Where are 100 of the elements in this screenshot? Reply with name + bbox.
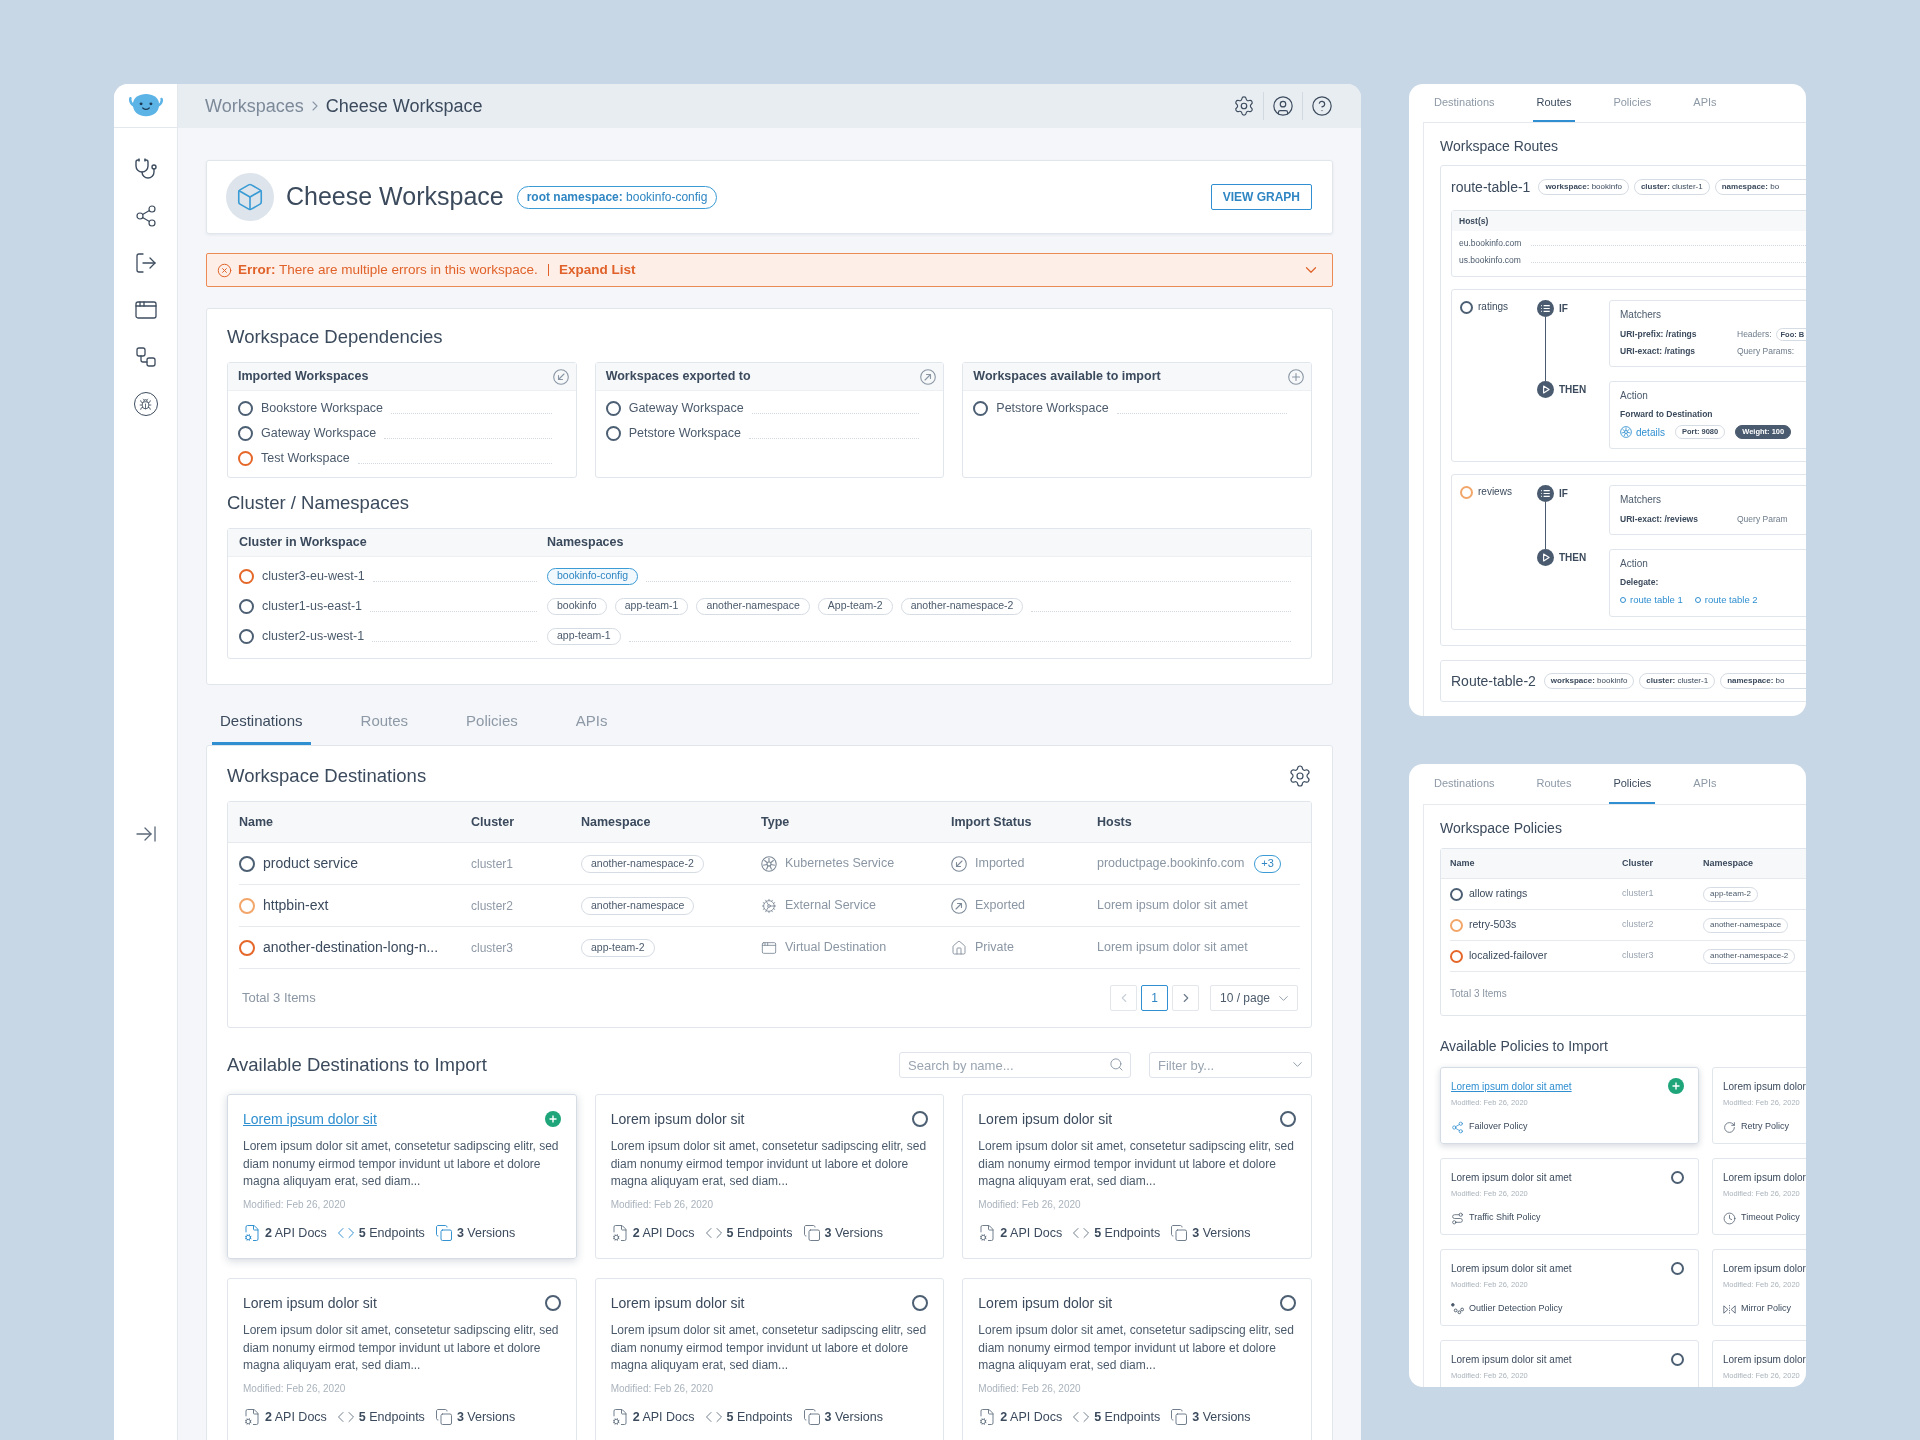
policy-type: Traffic Shift Policy <box>1469 1211 1541 1225</box>
destination-type: Kubernetes Service <box>785 855 895 873</box>
matcher-rule: URI-exact: /reviews <box>1620 513 1698 526</box>
destination-card[interactable] <box>227 1094 577 1259</box>
section-title: Workspace Policies <box>1440 820 1563 836</box>
route-table-link[interactable]: route table 1 <box>1630 592 1683 608</box>
destination-link[interactable]: details <box>1636 424 1665 440</box>
card-stat: 3 Versions <box>1192 1224 1251 1242</box>
tab[interactable]: Policies <box>458 701 526 745</box>
select-ring-icon[interactable] <box>1671 1352 1684 1366</box>
user-icon[interactable] <box>1272 95 1294 117</box>
plus-circle-icon[interactable] <box>544 1111 561 1127</box>
flowchart-icon[interactable] <box>133 345 158 369</box>
card-description: Lorem ipsum dolor sit amet, consetetur sadipscing elitr, sed diam nonumy eirmod tempor invidunt ut labore et dolore magna aliquyam erat, sed diam... <box>978 1322 1295 1374</box>
copy-icon <box>802 1407 821 1426</box>
card-title: Lorem ipsum dolor sit amet <box>1451 1261 1572 1276</box>
arrow-down-left-circle-icon[interactable] <box>552 368 569 385</box>
filter-dropdown[interactable]: Filter by... <box>1149 1052 1312 1078</box>
destination-card[interactable] <box>594 1094 945 1259</box>
window-icon[interactable] <box>133 298 158 322</box>
tab[interactable]: APIs <box>1689 84 1721 122</box>
card-title: Lorem ipsum dolor sit <box>978 1293 1113 1313</box>
settings-icon[interactable] <box>1233 95 1255 117</box>
copy-icon <box>802 1223 821 1242</box>
tab[interactable]: APIs <box>1689 764 1721 804</box>
action-heading: Forward to Destination <box>1620 408 1714 421</box>
search-field[interactable]: Search by name... <box>899 1052 1131 1078</box>
page-button[interactable]: 1 <box>1141 985 1168 1011</box>
namespace-tag: bookinfo <box>547 597 607 615</box>
column-header: Type <box>761 813 790 831</box>
matcher-label: Headers: <box>1737 328 1772 341</box>
card-title: Lorem ipsum dolor sit <box>610 1293 745 1313</box>
card-description: Lorem ipsum dolor sit amet, consetetur sadipscing elitr, sed diam nonumy eirmod tempor invidunt ut labore et dolore magna aliquyam erat, sed diam... <box>243 1138 560 1190</box>
select-ring-icon[interactable] <box>1671 1261 1684 1275</box>
select-ring-icon[interactable] <box>912 1111 929 1127</box>
namespace-tag: app-team-2 <box>1703 886 1758 902</box>
import-status: Imported <box>975 855 1025 873</box>
route-table-title: Route-table-2 <box>1451 671 1536 691</box>
card-title: Lorem ipsum dolor sit amet <box>1451 1352 1572 1367</box>
settings-icon[interactable] <box>1288 764 1312 788</box>
import-status: Exported <box>975 897 1026 915</box>
select-ring-icon[interactable] <box>912 1295 929 1311</box>
panel-title: Matchers <box>1620 493 1663 507</box>
modified-date: Modified: Feb 26, 2020 <box>978 1197 1082 1212</box>
matcher-rule: URI-prefix: /ratings <box>1620 328 1697 341</box>
page-size-select[interactable]: 10 / page <box>1210 985 1298 1011</box>
namespace-tag: App-team-2 <box>817 597 893 615</box>
plus-circle-icon[interactable] <box>1288 368 1304 385</box>
cluster-name: cluster1-us-east-1 <box>262 597 363 615</box>
card-stat: 2 API Docs <box>632 1224 695 1242</box>
arrow-up-right-circle-icon[interactable] <box>920 368 937 385</box>
card-title-link[interactable]: Lorem ipsum dolor sit amet <box>1451 1078 1572 1094</box>
route-table-link[interactable]: route table 2 <box>1704 592 1758 608</box>
cluster-name: cluster2 <box>1622 918 1654 932</box>
expand-list-link[interactable]: Expand List <box>558 259 636 281</box>
tab[interactable]: Routes <box>1532 84 1576 122</box>
condition-label: IF <box>1559 302 1568 316</box>
view-graph-button[interactable]: VIEW GRAPH <box>1210 184 1312 210</box>
workspace-name: Petstore Workspace <box>996 400 1109 418</box>
copy-icon <box>434 1223 453 1242</box>
card-title-link[interactable]: Lorem ipsum dolor sit <box>243 1108 377 1130</box>
namespace-tag: app-team-2 <box>581 938 655 957</box>
tab[interactable]: Policies <box>1609 764 1656 804</box>
tab[interactable]: Policies <box>1609 84 1656 122</box>
stethoscope-icon[interactable] <box>133 157 158 181</box>
plus-circle-icon[interactable] <box>1668 1078 1684 1094</box>
cluster-name: cluster2 <box>471 897 514 915</box>
namespace-tag: another-namespace-2 <box>581 854 704 873</box>
total-count: Total 3 Items <box>242 989 316 1008</box>
tab[interactable]: Destinations <box>1430 764 1499 804</box>
destination-card[interactable] <box>594 1278 945 1440</box>
breadcrumb-item: Cheese Workspace <box>325 94 483 118</box>
destination-card[interactable] <box>962 1278 1312 1440</box>
tab[interactable]: APIs <box>567 701 616 745</box>
select-ring-icon[interactable] <box>544 1295 561 1311</box>
section-title: Cluster / Namespaces <box>227 492 410 514</box>
tab[interactable]: Routes <box>1532 764 1576 804</box>
list-circle-icon <box>1537 300 1554 317</box>
select-ring-icon[interactable] <box>1671 1170 1684 1184</box>
workspace-name: Test Workspace <box>261 450 350 468</box>
workspace-title: Cheese Workspace <box>286 181 504 213</box>
destination-card[interactable] <box>962 1094 1312 1259</box>
list-title: Workspaces exported to <box>605 368 751 386</box>
cluster-name: cluster1 <box>471 855 514 873</box>
panel-title: Action <box>1620 389 1649 403</box>
card-title: Lorem ipsum dolor <box>1723 1261 1806 1276</box>
help-icon[interactable] <box>1311 95 1333 117</box>
condition-label: THEN <box>1559 383 1587 397</box>
share-nodes-icon[interactable] <box>133 204 158 228</box>
select-ring-icon[interactable] <box>1280 1295 1296 1311</box>
cluster-name: cluster3 <box>1622 949 1654 963</box>
tab[interactable]: Destinations <box>1430 84 1499 122</box>
select-ring-icon[interactable] <box>1280 1111 1296 1127</box>
policy-name: allow ratings <box>1469 886 1528 902</box>
tab[interactable]: Routes <box>352 701 417 745</box>
policy-type: Retry Policy <box>1741 1120 1789 1134</box>
matcher-label: Query Param <box>1737 513 1788 526</box>
breadcrumb-item[interactable]: Workspaces <box>205 92 304 120</box>
destination-card[interactable] <box>227 1278 577 1440</box>
card-stat: 2 API Docs <box>1000 1408 1063 1426</box>
